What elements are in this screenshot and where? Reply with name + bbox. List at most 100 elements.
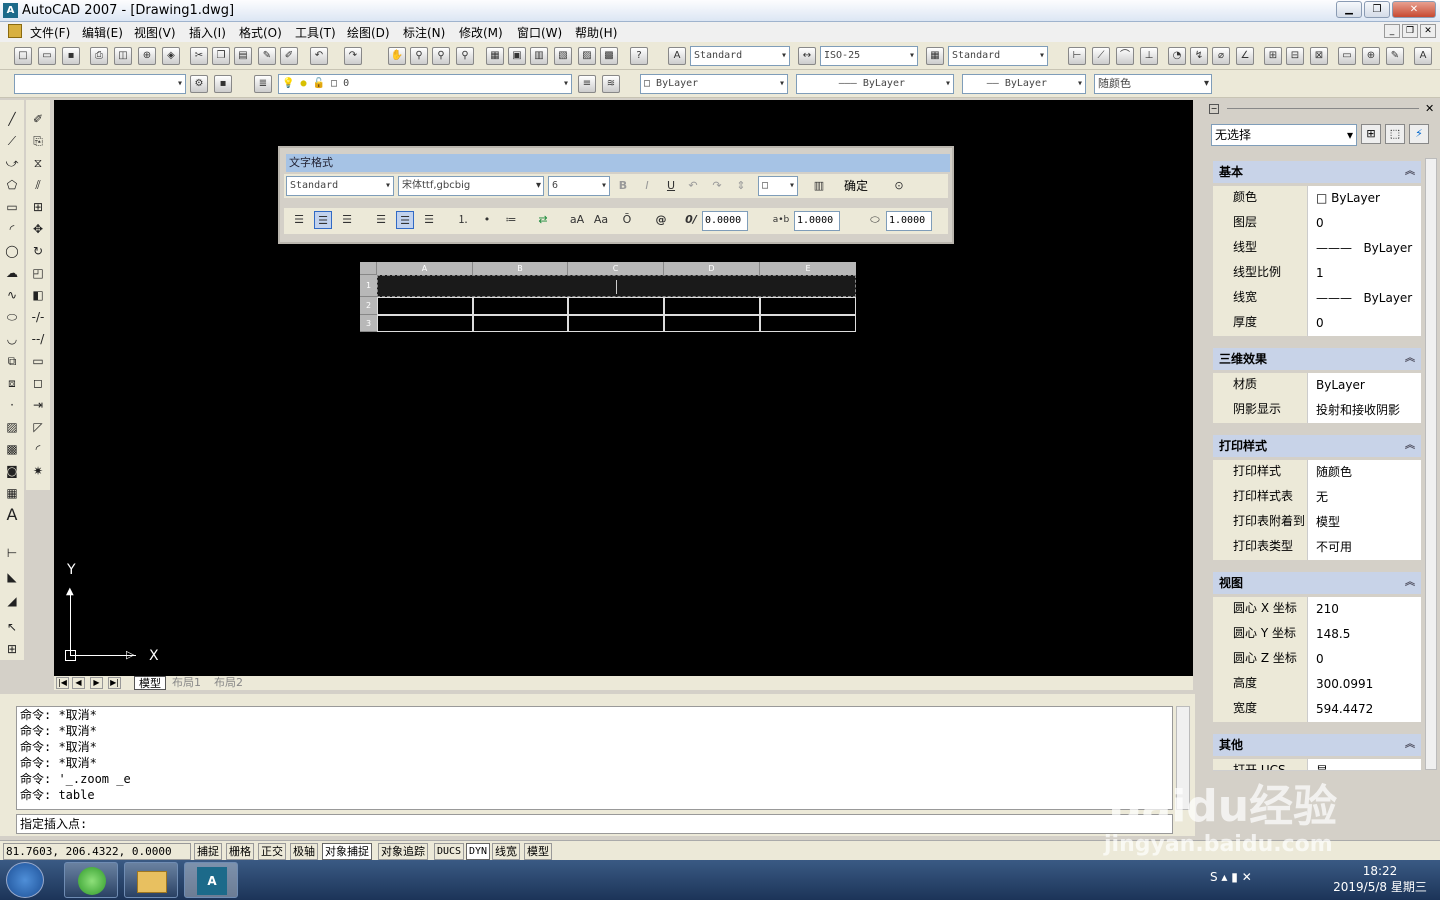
system-clock[interactable]: 18:22 2019/5/8 星期三 [1330,863,1430,895]
calculator-icon[interactable]: ▩ [600,47,618,65]
fillet-icon[interactable]: ◜ [29,440,47,458]
align-top-icon[interactable]: ☰ [372,211,390,229]
row-header-3[interactable]: 3 [360,315,377,332]
dim-angular-icon[interactable]: ∠ [1236,47,1254,65]
dim-style-icon[interactable]: ↔ [798,47,816,65]
menu-draw[interactable]: 绘图(D) [347,24,390,41]
collapse-icon[interactable]: ︽ [1405,572,1415,594]
property-value[interactable]: 不可用 [1307,535,1421,560]
insert-field-icon[interactable]: ⇄ [534,211,552,229]
region-icon[interactable]: ◙ [3,462,21,480]
text-style-icon[interactable]: A [668,47,686,65]
multiline-text-icon[interactable]: A [3,506,21,524]
property-row[interactable]: 圆心 Z 坐标 0 [1213,647,1421,672]
oblique-angle-icon[interactable]: 0/ [682,211,700,229]
mirror-icon[interactable]: ⧖ [29,154,47,172]
table-cell[interactable] [377,315,473,332]
move-icon[interactable]: ✥ [29,220,47,238]
bold-icon[interactable]: B [614,177,632,195]
layer-manager-icon[interactable]: ≣ [254,75,272,93]
table-style-icon[interactable]: ▦ [926,47,944,65]
menu-format[interactable]: 格式(O) [239,24,282,41]
trim-icon[interactable]: -/- [29,308,47,326]
doc-close-button[interactable]: ✕ [1420,24,1436,38]
tolerance-icon[interactable]: ▭ [1338,47,1356,65]
width-factor-icon[interactable]: ⬭ [866,211,884,229]
underline-icon[interactable]: U [662,177,680,195]
tab-layout2[interactable]: 布局2 [210,676,247,690]
table-cell[interactable] [760,315,856,332]
palette-close-icon[interactable]: ✕ [1425,102,1434,115]
property-value[interactable]: 无 [1307,485,1421,510]
dim-continue-icon[interactable]: ⊠ [1310,47,1328,65]
property-row[interactable]: 线型 ——— ByLayer [1213,236,1421,261]
tool-palettes-icon[interactable]: ▥ [530,47,548,65]
tracking-input[interactable]: 1.0000 [794,211,840,231]
dyn-toggle[interactable]: DYN [466,843,491,860]
property-row[interactable]: 材质 ByLayer [1213,373,1421,398]
otrack-toggle[interactable]: 对象追踪 [378,843,428,860]
section-plot-style[interactable]: 打印样式 ︽ [1213,435,1421,457]
section-3d-effects[interactable]: 三维效果 ︽ [1213,348,1421,370]
property-row[interactable]: 打印表附着到 模型 [1213,510,1421,535]
publish-icon[interactable]: ⊕ [138,47,156,65]
table-cell[interactable] [473,315,568,332]
property-row[interactable]: 打印样式 随颜色 [1213,460,1421,485]
column-header-c[interactable]: C [568,262,664,275]
document-icon[interactable] [8,24,22,38]
menu-edit[interactable]: 编辑(E) [82,24,123,41]
ellipse-icon[interactable]: ⬭ [3,308,21,326]
polygon-icon[interactable]: ⬠ [3,176,21,194]
quick-select-icon[interactable]: ⚡ [1409,124,1429,144]
save-workspace-icon[interactable]: ▪ [214,75,232,93]
array-icon[interactable]: ⊞ [29,198,47,216]
maximize-button[interactable]: ❐ [1364,1,1390,18]
dim-ordinate-icon[interactable]: ⊥ [1140,47,1158,65]
property-row[interactable]: 颜色 □ ByLayer [1213,186,1421,211]
palette-minimize-icon[interactable]: − [1209,104,1219,114]
property-row[interactable]: 高度 300.0991 [1213,672,1421,697]
dim-aligned-icon[interactable]: ⟋ [1092,47,1110,65]
width-factor-input[interactable]: 1.0000 [886,211,932,231]
property-row[interactable]: 线宽 ——— ByLayer [1213,286,1421,311]
break-at-point-icon[interactable]: ▭ [29,352,47,370]
linetype-combo[interactable]: ——— ByLayer [796,74,954,94]
spline-icon[interactable]: ∿ [3,286,21,304]
palette-title-bar[interactable]: − ✕ [1205,100,1440,118]
point-icon[interactable]: · [3,396,21,414]
grid-toggle[interactable]: 栅格 [226,843,254,860]
align-left-icon[interactable]: ☰ [290,211,308,229]
prev-tab-icon[interactable]: ◀ [72,677,85,689]
dim-edit-icon[interactable]: ✎ [1386,47,1404,65]
dim-aligned-left-icon[interactable]: ◣ [3,568,21,586]
command-line-input[interactable]: 指定插入点: [16,814,1173,834]
tab-model[interactable]: 模型 [134,676,166,690]
text-formatting-title[interactable]: 文字格式 [286,154,950,172]
font-select[interactable]: 宋体ttf,gbcbig [398,176,544,196]
table-cell[interactable] [568,297,664,315]
table-cell[interactable] [473,297,568,315]
property-value[interactable]: 210 [1307,597,1421,622]
minimize-button[interactable]: ▁ [1336,1,1362,18]
osnap-toggle[interactable]: 对象捕捉 [322,843,372,860]
section-view[interactable]: 视图 ︽ [1213,572,1421,594]
align-right-icon[interactable]: ☰ [338,211,356,229]
numbering-icon[interactable]: ⒈ [454,211,472,229]
extend-icon[interactable]: --/ [29,330,47,348]
pan-icon[interactable]: ✋ [388,47,406,65]
properties-scrollbar[interactable] [1425,158,1437,770]
line-icon[interactable]: ╱ [3,110,21,128]
property-value[interactable]: 300.0991 [1307,672,1421,697]
menu-dimension[interactable]: 标注(N) [403,24,445,41]
text-height-select[interactable]: 6 [548,176,610,196]
close-button[interactable]: ✕ [1392,1,1436,18]
new-icon[interactable]: □ [14,47,32,65]
3d-dwf-icon[interactable]: ◈ [162,47,180,65]
paste-icon[interactable]: ▤ [234,47,252,65]
scale-icon[interactable]: ◰ [29,264,47,282]
selection-combo[interactable]: 无选择 [1211,124,1357,146]
center-mark-icon[interactable]: ⊕ [1362,47,1380,65]
break-icon[interactable]: ◻ [29,374,47,392]
text-style-combo[interactable]: Standard [690,46,790,66]
column-header-d[interactable]: D [664,262,760,275]
